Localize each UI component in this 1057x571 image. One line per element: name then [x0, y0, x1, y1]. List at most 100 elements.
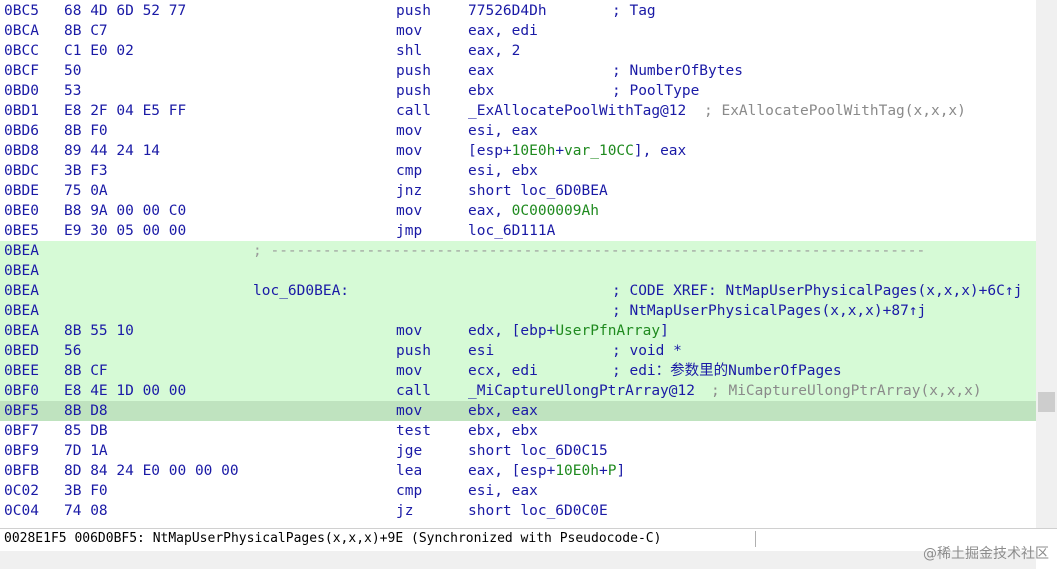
listing-row[interactable]: 0BD1 E8 2F 04 E5 FF call _ExAllocatePoolWit… — [0, 101, 1036, 121]
row-address: 0BCC — [4, 43, 39, 59]
row-mnemonic: push — [396, 3, 431, 19]
operand-text: ] — [616, 463, 626, 479]
listing-row[interactable]: 0BFB 8D 84 24 E0 00 00 00 lea eax, [esp+10E… — [0, 461, 1036, 481]
row-mnemonic: push — [396, 63, 431, 79]
row-bytes: 68 4D 6D 52 77 — [64, 3, 187, 19]
operand-text: short loc_6D0C15 — [468, 443, 608, 459]
row-address: 0BEA — [4, 303, 39, 319]
listing-row[interactable]: 0BE5 E9 30 05 00 00 jmp loc_6D111A — [0, 221, 1036, 241]
row-operand: short loc_6D0C0E — [468, 501, 608, 521]
operand-text: ] — [660, 323, 669, 339]
operand-number: 10E0h — [555, 463, 599, 479]
row-mnemonic: shl — [396, 43, 423, 59]
status-separator — [755, 531, 756, 547]
operand-text: eax, — [468, 203, 512, 219]
row-mnemonic: call — [396, 383, 431, 399]
vertical-scrollbar[interactable] — [1036, 0, 1057, 528]
row-bytes: 74 08 — [64, 503, 108, 519]
row-mnemonic: mov — [396, 203, 423, 219]
row-operand: esi, ebx — [468, 161, 538, 181]
row-operand: esi, eax — [468, 121, 538, 141]
disassembly-listing[interactable]: 0BC5 68 4D 6D 52 77 push 77526D4Dh ; Tag 0BCA… — [0, 0, 1036, 528]
row-operand: _ExAllocatePoolWithTag@12 — [468, 101, 686, 121]
row-address: 0BDE — [4, 183, 39, 199]
row-address: 0BE5 — [4, 223, 39, 239]
operand-number: 10E0h — [511, 143, 556, 159]
row-comment: ; PoolType — [612, 83, 700, 99]
operand-text: edx, [ebp+ — [468, 323, 556, 339]
row-comment: ; CODE XREF: NtMapUserPhysicalPages(x,x,… — [612, 283, 1023, 299]
listing-row[interactable]: 0BF0 E8 4E 1D 00 00 call _MiCaptureUlongPtr… — [0, 381, 1036, 401]
row-operand: ebx, ebx — [468, 421, 538, 441]
row-bytes: 8B F0 — [64, 123, 108, 139]
row-bytes: 8B CF — [64, 363, 108, 379]
listing-row[interactable]: 0BEA ; NtMapUserPhysicalPages(x,x,x)+87↑j — [0, 301, 1036, 321]
listing-row[interactable]: 0BDE 75 0A jnz short loc_6D0BEA — [0, 181, 1036, 201]
listing-row[interactable]: 0BC5 68 4D 6D 52 77 push 77526D4Dh ; Tag — [0, 1, 1036, 21]
listing-row[interactable]: 0BEA ; ----------------------------------… — [0, 241, 1036, 261]
row-operand: loc_6D111A — [468, 221, 555, 241]
listing-row[interactable]: 0BE0 B8 9A 00 00 C0 mov eax, 0C000009Ah — [0, 201, 1036, 221]
listing-row[interactable]: 0BF7 85 DB test ebx, ebx — [0, 421, 1036, 441]
operand-text: + — [598, 463, 608, 479]
operand-number: 0C000009Ah — [511, 203, 599, 219]
row-operand: _MiCaptureUlongPtrArray@12 — [468, 381, 695, 401]
row-operand: ebx, eax — [468, 401, 538, 421]
row-mnemonic: mov — [396, 23, 423, 39]
row-mnemonic: lea — [396, 463, 423, 479]
operand-text: ebx, ebx — [468, 423, 538, 439]
listing-row[interactable]: 0BDC 3B F3 cmp esi, ebx — [0, 161, 1036, 181]
row-operand: eax, [esp+10E0h+P] — [468, 461, 625, 481]
row-address: 0BFB — [4, 463, 39, 479]
operand-text: eax, edi — [468, 23, 538, 39]
listing-row[interactable]: 0BEE 8B CF mov ecx, edi ; edi：参数里的NumberOfPa… — [0, 361, 1036, 381]
listing-row[interactable]: 0BCF 50 push eax ; NumberOfBytes — [0, 61, 1036, 81]
row-address: 0BCA — [4, 23, 39, 39]
row-operand: eax — [468, 61, 494, 81]
row-address: 0BD8 — [4, 143, 39, 159]
row-address: 0BD0 — [4, 83, 39, 99]
operand-text: eax, 2 — [468, 43, 521, 59]
listing-row[interactable]: 0BEA — [0, 261, 1036, 281]
listing-row[interactable]: 0BD8 89 44 24 14 mov [esp+10E0h+var_10CC], … — [0, 141, 1036, 161]
row-mnemonic: mov — [396, 143, 423, 159]
row-address: 0BC5 — [4, 3, 39, 19]
listing-row[interactable]: 0BCA 8B C7 mov eax, edi — [0, 21, 1036, 41]
row-mnemonic: jz — [396, 503, 414, 519]
row-bytes: 89 44 24 14 — [64, 143, 161, 159]
row-bytes: E8 2F 04 E5 FF — [64, 103, 187, 119]
row-address: 0BF9 — [4, 443, 39, 459]
listing-row[interactable]: 0BEA loc_6D0BEA: ; CODE XREF: NtMapUserPhy… — [0, 281, 1036, 301]
listing-row[interactable]: 0BD6 8B F0 mov esi, eax — [0, 121, 1036, 141]
row-bytes: 75 0A — [64, 183, 108, 199]
operand-text: _ExAllocatePoolWithTag@12 — [468, 103, 687, 119]
row-address: 0C04 — [4, 503, 39, 519]
listing-row[interactable]: 0C04 74 08 jz short loc_6D0C0E — [0, 501, 1036, 521]
operand-symbol: UserPfnArray — [555, 323, 661, 339]
operand-text: short loc_6D0BEA — [468, 183, 608, 199]
row-address: 0BEA — [4, 263, 39, 279]
row-bytes: E9 30 05 00 00 — [64, 223, 187, 239]
row-address: 0BEA — [4, 243, 39, 259]
listing-row[interactable]: 0BF9 7D 1A jge short loc_6D0C15 — [0, 441, 1036, 461]
row-comment: ; edi：参数里的NumberOfPages — [612, 363, 842, 379]
operand-symbol: var_10CC — [564, 143, 634, 159]
operand-text: ebx — [468, 83, 495, 99]
listing-row[interactable]: 0C02 3B F0 cmp esi, eax — [0, 481, 1036, 501]
vertical-scrollbar-thumb[interactable] — [1038, 392, 1055, 412]
listing-row[interactable]: 0BCC C1 E0 02 shl eax, 2 — [0, 41, 1036, 61]
horizontal-scrollbar[interactable] — [0, 551, 1036, 569]
operand-text: [esp+ — [468, 143, 512, 159]
row-mnemonic: push — [396, 83, 431, 99]
row-address: 0BEA — [4, 283, 39, 299]
operand-text: + — [555, 143, 565, 159]
listing-row[interactable]: 0BEA 8B 55 10 mov edx, [ebp+UserPfnArray] — [0, 321, 1036, 341]
row-bytes: C1 E0 02 — [64, 43, 134, 59]
listing-row[interactable]: 0BD0 53 push ebx ; PoolType — [0, 81, 1036, 101]
listing-row[interactable]: 0BF5 8B D8 mov ebx, eax — [0, 401, 1036, 421]
listing-row[interactable]: 0BED 56 push esi ; void * — [0, 341, 1036, 361]
row-mnemonic: cmp — [396, 163, 423, 179]
row-mnemonic: cmp — [396, 483, 423, 499]
row-address: 0C02 — [4, 483, 39, 499]
row-address: 0BEA — [4, 323, 39, 339]
